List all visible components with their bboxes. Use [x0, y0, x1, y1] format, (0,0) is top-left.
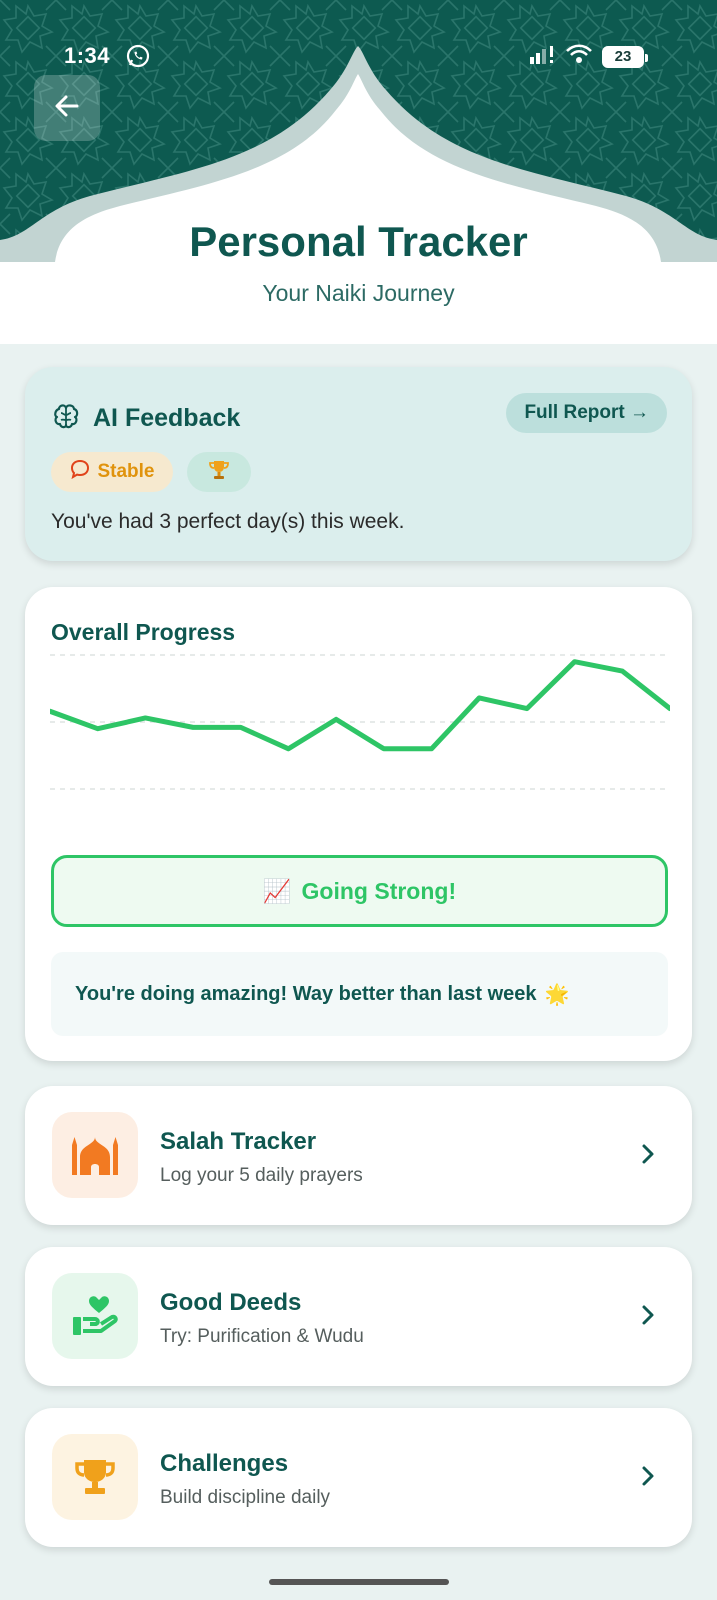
wifi-icon — [566, 44, 592, 69]
status-time: 1:34 — [64, 43, 111, 68]
hand-heart-icon — [52, 1273, 138, 1359]
overall-progress-title: Overall Progress — [51, 619, 236, 645]
good-deeds-card[interactable]: Good Deeds Try: Purification & Wudu — [25, 1247, 692, 1386]
chat-bubble-icon — [69, 458, 91, 486]
ai-feedback-title: AI Feedback — [93, 404, 241, 432]
chart-series-line — [50, 659, 670, 752]
challenges-title: Challenges — [160, 1450, 289, 1477]
chart-increasing-icon: 📈 — [262, 877, 292, 904]
salah-tracker-title: Salah Tracker — [160, 1128, 317, 1155]
signal-icon — [530, 44, 556, 69]
going-strong-banner: 📈 Going Strong! — [51, 855, 668, 927]
challenges-card[interactable]: Challenges Build discipline daily — [25, 1408, 692, 1547]
page-subtitle: Your Naiki Journey — [262, 280, 455, 306]
page-title: Personal Tracker — [189, 218, 528, 265]
full-report-button[interactable]: Full Report → — [506, 393, 667, 433]
ai-feedback-card: AI Feedback Full Report → Stable You've … — [25, 367, 692, 561]
brain-icon — [51, 401, 81, 436]
good-deeds-title: Good Deeds — [160, 1289, 302, 1316]
encouragement-message: You're doing amazing! Way better than la… — [51, 952, 668, 1036]
ai-feedback-header: AI Feedback — [51, 401, 240, 436]
progress-line-chart — [50, 654, 670, 790]
encouragement-text: You're doing amazing! Way better than la… — [75, 982, 537, 1005]
home-indicator[interactable] — [269, 1579, 449, 1585]
status-badge: Stable — [51, 452, 173, 492]
trophy-icon — [52, 1434, 138, 1520]
salah-tracker-subtitle: Log your 5 daily prayers — [160, 1165, 363, 1186]
good-deeds-subtitle: Try: Purification & Wudu — [160, 1326, 364, 1347]
header: 1:34 23 Personal Tracker Your Naiki Jour… — [0, 0, 717, 344]
whatsapp-icon — [126, 44, 150, 73]
overall-progress-card: Overall Progress 📈 Going Strong! You're … — [25, 587, 692, 1061]
trophy-icon — [208, 459, 230, 486]
chevron-right-icon — [640, 1142, 656, 1171]
chevron-right-icon — [640, 1464, 656, 1493]
back-button[interactable] — [34, 75, 100, 141]
ai-feedback-message: You've had 3 perfect day(s) this week. — [51, 510, 405, 533]
salah-tracker-card[interactable]: Salah Tracker Log your 5 daily prayers — [25, 1086, 692, 1225]
arrow-left-icon — [52, 91, 82, 126]
status-badge-label: Stable — [97, 461, 155, 482]
glowing-star-icon: 🌟 — [544, 983, 570, 1006]
status-icons: 23 — [530, 44, 648, 69]
challenges-subtitle: Build discipline daily — [160, 1487, 331, 1508]
battery-indicator: 23 — [602, 45, 648, 68]
status-bar: 1:34 23 — [0, 0, 717, 68]
going-strong-label: Going Strong! — [301, 877, 457, 904]
chevron-right-icon — [640, 1303, 656, 1332]
mosque-icon — [52, 1112, 138, 1198]
trophy-badge — [187, 452, 251, 492]
